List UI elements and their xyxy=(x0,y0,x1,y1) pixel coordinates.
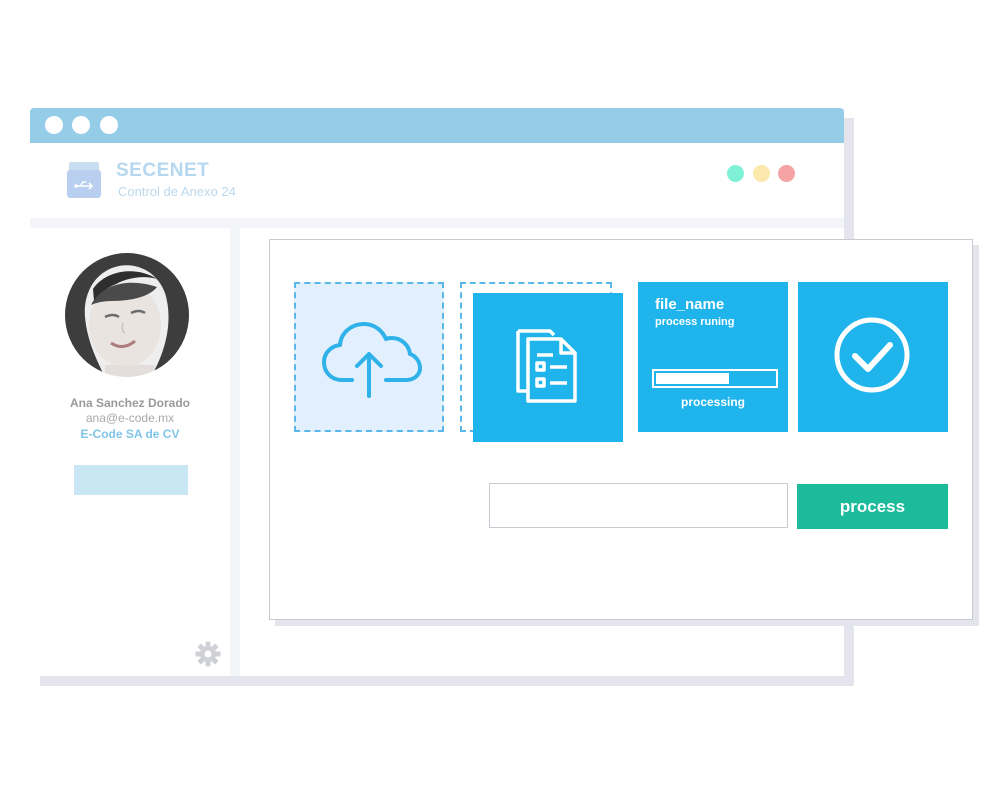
check-circle-icon xyxy=(834,317,910,393)
progress-bar xyxy=(652,369,778,388)
progress-label: processing xyxy=(680,395,746,409)
cloud-upload-icon xyxy=(322,322,422,398)
app-brand: SECENET xyxy=(116,160,210,181)
process-status: process runing xyxy=(655,316,735,328)
sidebar: Ana Sanchez Dorado ana@e-code.mx E-Code … xyxy=(30,228,240,676)
upload-drop-zone[interactable] xyxy=(294,282,444,432)
progress-bar-fill xyxy=(656,373,729,384)
usb-drive-icon xyxy=(67,162,101,198)
user-name: Ana Sanchez Dorado xyxy=(69,396,191,410)
document-list-icon xyxy=(516,329,577,403)
user-company: E-Code SA de CV xyxy=(80,427,180,441)
status-dot-green xyxy=(727,165,744,182)
user-email[interactable]: ana@e-code.mx xyxy=(30,411,230,425)
completed-tile xyxy=(798,282,948,432)
sidebar-button[interactable] xyxy=(74,465,188,495)
window-control-dot[interactable] xyxy=(100,116,118,134)
status-dot-red xyxy=(778,165,795,182)
app-header: SECENET Control de Anexo 24 xyxy=(30,143,844,228)
gear-icon[interactable] xyxy=(194,640,222,668)
user-photo xyxy=(65,253,189,377)
file-name: file_name xyxy=(655,296,725,313)
window-control-dot[interactable] xyxy=(72,116,90,134)
status-dot-yellow xyxy=(753,165,770,182)
window-titlebar xyxy=(30,108,844,143)
file-path-input[interactable] xyxy=(489,483,788,528)
file-tile[interactable] xyxy=(473,293,623,442)
avatar[interactable] xyxy=(65,253,189,377)
processing-tile: file_name process runing processing xyxy=(638,282,788,432)
app-subtitle: Control de Anexo 24 xyxy=(118,184,236,199)
window-control-dot[interactable] xyxy=(45,116,63,134)
process-button[interactable]: process xyxy=(797,484,948,529)
